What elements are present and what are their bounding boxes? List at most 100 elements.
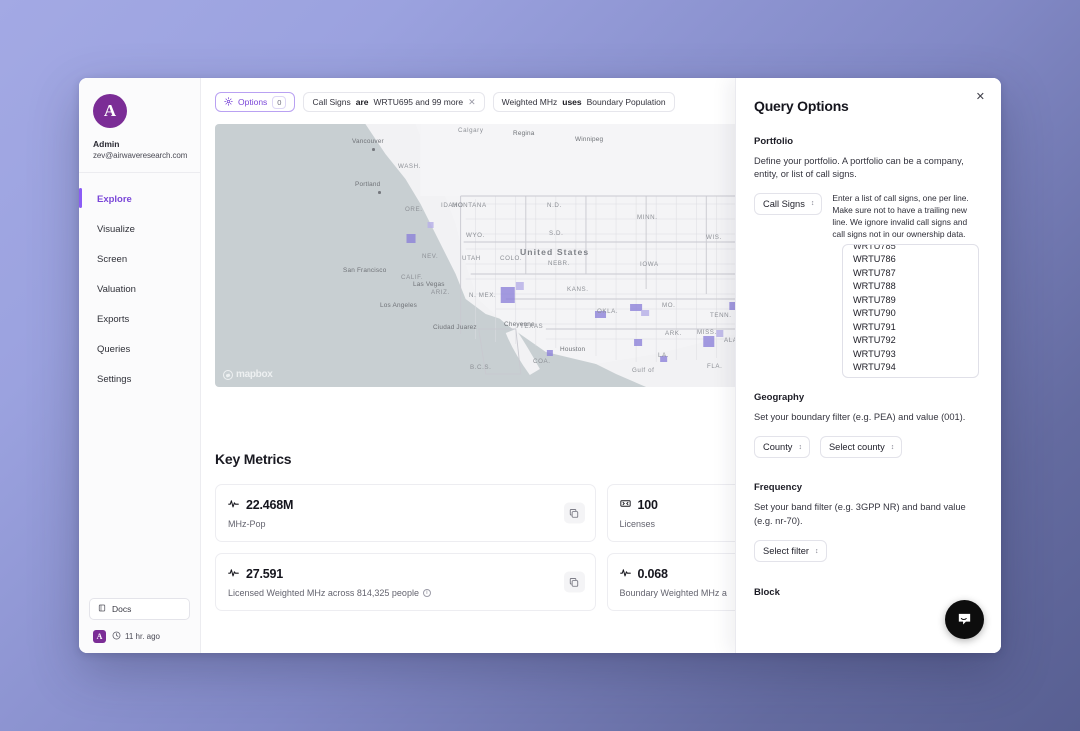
frequency-heading: Frequency <box>754 482 981 493</box>
options-count-badge: 0 <box>272 96 286 109</box>
chip-value: WRTU695 and 99 more <box>374 97 464 107</box>
sidebar-item-valuation[interactable]: Valuation <box>79 277 200 302</box>
sidebar-item-label: Screen <box>97 254 127 265</box>
chat-bubble-icon <box>956 611 973 628</box>
copy-icon <box>569 508 579 518</box>
book-icon <box>98 604 106 614</box>
sidebar-item-screen[interactable]: Screen <box>79 247 200 272</box>
sidebar: A Admin zev@airwaveresearch.com Explore … <box>79 78 201 653</box>
sidebar-nav: Explore Visualize Screen Valuation Expor… <box>79 173 200 392</box>
options-button[interactable]: Options 0 <box>215 92 295 112</box>
copy-button[interactable] <box>564 572 585 593</box>
callsign-line: WRTU794 <box>853 361 978 375</box>
portfolio-type-value: Call Signs <box>763 199 805 209</box>
portfolio-type-select[interactable]: Call Signs ↕ <box>754 193 822 215</box>
options-label: Options <box>238 97 267 107</box>
geography-heading: Geography <box>754 392 981 403</box>
docs-button[interactable]: Docs <box>89 598 190 620</box>
chip-verb: are <box>356 97 369 107</box>
footer-avatar-badge[interactable]: A <box>93 630 106 643</box>
sidebar-item-exports[interactable]: Exports <box>79 307 200 332</box>
sidebar-item-settings[interactable]: Settings <box>79 367 200 392</box>
frequency-filter-value: Select filter <box>763 546 809 556</box>
metric-label: MHz-Pop <box>228 519 266 529</box>
mapbox-attribution[interactable]: mapbox <box>223 369 273 380</box>
info-icon[interactable]: i <box>423 589 431 597</box>
portfolio-heading: Portfolio <box>754 136 981 147</box>
query-options-panel: ✕ Query Options Portfolio Define your po… <box>735 78 1001 653</box>
activity-icon <box>228 496 239 514</box>
close-icon[interactable]: ✕ <box>468 97 476 108</box>
sidebar-item-label: Explore <box>97 194 132 205</box>
geography-value-select[interactable]: Select county ↕ <box>820 436 902 458</box>
last-updated-label: 11 hr. ago <box>125 632 160 641</box>
close-icon[interactable]: ✕ <box>976 92 985 103</box>
metric-card-licensed-weighted-mhz: 27.591 Licensed Weighted MHz across 814,… <box>215 553 596 611</box>
app-window: A Admin zev@airwaveresearch.com Explore … <box>79 78 1001 653</box>
filter-chip-call-signs[interactable]: Call Signs are WRTU695 and 99 more ✕ <box>303 92 484 112</box>
callsign-line: WRTU786 <box>853 253 978 267</box>
metric-label: Licensed Weighted MHz across 814,325 peo… <box>228 588 419 598</box>
avatar[interactable]: A <box>93 94 127 128</box>
metric-value: 0.068 <box>638 567 668 581</box>
sidebar-item-explore[interactable]: Explore <box>79 187 200 212</box>
block-heading: Block <box>754 587 981 598</box>
map-dot <box>378 191 381 194</box>
copy-icon <box>569 577 579 587</box>
sidebar-item-visualize[interactable]: Visualize <box>79 217 200 242</box>
callsign-line: WRTU791 <box>853 321 978 335</box>
ticket-icon <box>620 496 631 514</box>
chip-subject: Call Signs <box>312 97 350 107</box>
geography-description: Set your boundary filter (e.g. PEA) and … <box>754 411 981 424</box>
geography-filter-value: County <box>763 442 792 452</box>
callsign-line: WRTU789 <box>853 294 978 308</box>
metric-label: Licenses <box>620 519 656 529</box>
filter-chip-weighted-mhz[interactable]: Weighted MHz uses Boundary Population <box>493 92 675 112</box>
portfolio-hint: Enter a list of call signs, one per line… <box>832 193 981 241</box>
clock-icon <box>112 631 121 642</box>
activity-icon <box>228 565 239 583</box>
gear-icon <box>224 97 233 108</box>
profile-name: Admin <box>93 139 188 149</box>
callsign-line: WRTU785 <box>853 244 978 254</box>
chevron-updown-icon: ↕ <box>815 548 818 555</box>
main-content: Options 0 Call Signs are WRTU695 and 99 … <box>201 78 1001 653</box>
callsign-line: WRTU790 <box>853 307 978 321</box>
sidebar-item-label: Queries <box>97 344 130 355</box>
metric-value: 100 <box>638 498 658 512</box>
sidebar-item-label: Settings <box>97 374 131 385</box>
metric-value: 22.468M <box>246 498 293 512</box>
frequency-filter-select[interactable]: Select filter ↕ <box>754 540 827 562</box>
chat-bubble-button[interactable] <box>945 600 984 639</box>
chevron-updown-icon: ↕ <box>811 200 814 207</box>
docs-label: Docs <box>112 604 131 614</box>
chevron-updown-icon: ↕ <box>891 444 894 451</box>
callsign-line: WRTU788 <box>853 280 978 294</box>
footer-status-row: A 11 hr. ago <box>89 630 190 643</box>
sidebar-item-label: Valuation <box>97 284 136 295</box>
activity-icon <box>620 565 631 583</box>
chip-value: Boundary Population <box>587 97 666 107</box>
profile-block: A Admin zev@airwaveresearch.com <box>79 78 200 173</box>
portfolio-description: Define your portfolio. A portfolio can b… <box>754 155 981 182</box>
chevron-updown-icon: ↕ <box>798 444 801 451</box>
profile-email: zev@airwaveresearch.com <box>93 151 188 160</box>
sidebar-footer: Docs A 11 hr. ago <box>79 598 200 643</box>
mapbox-label: mapbox <box>236 369 273 380</box>
mapbox-icon <box>223 370 233 380</box>
metric-value: 27.591 <box>246 567 283 581</box>
map-dot <box>372 148 375 151</box>
callsigns-textarea[interactable]: WRTU785 WRTU786 WRTU787 WRTU788 WRTU789 … <box>842 244 979 378</box>
chip-subject: Weighted MHz <box>502 97 558 107</box>
sidebar-item-queries[interactable]: Queries <box>79 337 200 362</box>
copy-button[interactable] <box>564 503 585 524</box>
panel-title: Query Options <box>754 98 981 114</box>
last-updated: 11 hr. ago <box>112 631 160 642</box>
callsign-line: WRTU792 <box>853 334 978 348</box>
geography-filter-select[interactable]: County ↕ <box>754 436 810 458</box>
callsign-line: WRTU787 <box>853 267 978 281</box>
frequency-description: Set your band filter (e.g. 3GPP NR) and … <box>754 501 981 528</box>
chip-verb: uses <box>562 97 581 107</box>
metric-card-mhz-pop: 22.468M MHz-Pop <box>215 484 596 542</box>
sidebar-item-label: Visualize <box>97 224 135 235</box>
